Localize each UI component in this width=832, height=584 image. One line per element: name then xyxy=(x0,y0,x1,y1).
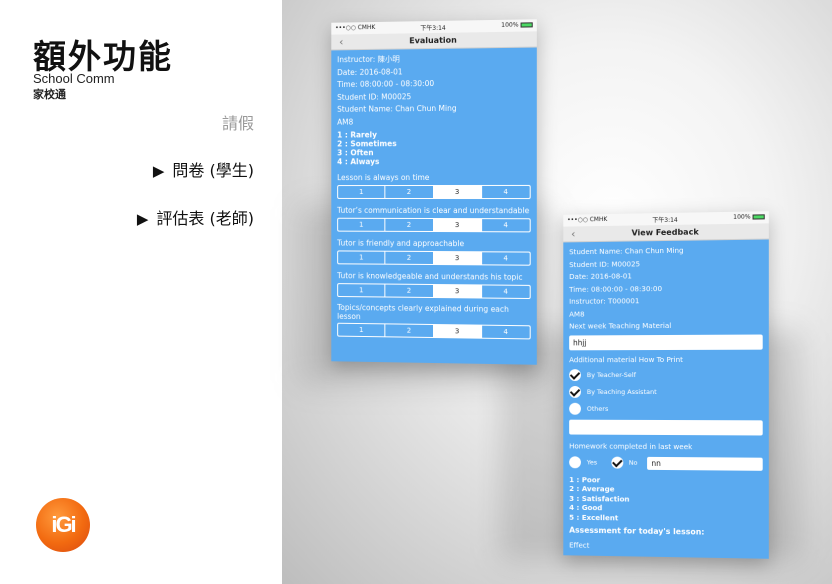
rating-option-selected[interactable]: 3 xyxy=(433,185,482,199)
rating-option-selected[interactable]: 3 xyxy=(433,252,482,265)
rating-segmented-control: 1 2 3 4 xyxy=(337,283,531,300)
feedback-form: Student Name: Chan Chun Ming Student ID:… xyxy=(563,240,769,557)
battery-label: 100% xyxy=(501,21,519,29)
nav-title: View Feedback xyxy=(631,227,699,238)
homework-yes-label: Yes xyxy=(586,458,598,467)
scale-item: 5 : Excellent xyxy=(569,512,619,522)
phone-evaluation: •••○○ CMHK 下午3:14 100% ‹ Evaluation Inst… xyxy=(331,19,537,365)
print-option-label: Others xyxy=(586,404,609,413)
rating-option[interactable]: 4 xyxy=(482,285,530,298)
menu-item-label: 請假 xyxy=(221,114,254,133)
question-text: Topics/concepts clearly explained during… xyxy=(337,302,509,322)
nav-bar: ‹ View Feedback xyxy=(563,223,769,243)
rating-option[interactable]: 1 xyxy=(338,186,386,198)
rating-option[interactable]: 1 xyxy=(338,218,386,231)
rating-option[interactable]: 2 xyxy=(385,284,434,298)
effect-label: Effect xyxy=(569,540,590,550)
rating-option[interactable]: 1 xyxy=(338,284,386,297)
print-option[interactable]: By Teacher-Self xyxy=(569,366,763,383)
menu-item-survey[interactable]: ▶ 問卷 (學生) xyxy=(153,157,254,181)
radio-yes-icon[interactable] xyxy=(569,456,581,469)
rating-option[interactable]: 2 xyxy=(385,185,434,199)
play-arrow-icon: ▶ xyxy=(136,210,149,228)
print-option-label: By Teacher-Self xyxy=(586,370,636,379)
rating-segmented-control: 1 2 3 4 xyxy=(337,217,531,233)
battery-icon xyxy=(520,22,533,28)
phone-feedback: •••○○ CMHK 下午3:14 100% ‹ View Feedback S… xyxy=(563,211,769,559)
menu-item-leave[interactable]: 請假 xyxy=(222,110,254,134)
rating-option[interactable]: 2 xyxy=(385,324,434,338)
info-class: AM8 xyxy=(569,309,585,319)
rating-segmented-control: 1 2 3 4 xyxy=(337,250,531,266)
evaluation-form: Instructor: 陳小明 Date: 2016-08-01 Time: 0… xyxy=(331,48,537,350)
print-option-label: By Teaching Assistant xyxy=(586,387,657,396)
homework-input[interactable]: nn xyxy=(647,456,763,471)
question-text: Lesson is always on time xyxy=(337,173,430,183)
battery-label: 100% xyxy=(733,213,751,221)
rating-option[interactable]: 4 xyxy=(482,326,530,339)
next-material-label: Next week Teaching Material xyxy=(569,320,672,331)
checkbox-checked-icon[interactable] xyxy=(569,385,581,398)
homework-no-label: No xyxy=(628,458,638,467)
rating-option-selected[interactable]: 3 xyxy=(433,219,482,232)
rating-option[interactable]: 2 xyxy=(385,218,434,232)
others-input[interactable] xyxy=(569,419,763,436)
homework-options: Yes No nn xyxy=(569,454,763,473)
battery-icon xyxy=(752,214,765,220)
menu-item-label: 問卷 (學生) xyxy=(172,161,254,180)
menu-item-evaluation[interactable]: ▶ 評估表 (老師) xyxy=(137,205,254,229)
scale-item: 4 : Always xyxy=(337,157,380,167)
rating-option[interactable]: 4 xyxy=(482,186,530,198)
company-logo: iGi xyxy=(36,498,90,552)
subtitle-zh: 家校通 xyxy=(33,88,66,101)
rating-option[interactable]: 2 xyxy=(385,251,434,265)
question-text: Tutor is friendly and approachable xyxy=(337,238,465,249)
rating-segmented-control: 1 2 3 4 xyxy=(337,322,531,340)
play-arrow-icon: ▶ xyxy=(152,162,165,180)
rating-option-selected[interactable]: 3 xyxy=(433,325,482,338)
nav-title: Evaluation xyxy=(409,35,457,46)
battery-indicator: 100% xyxy=(733,213,765,221)
question-text: Tutor is knowledgeable and understands h… xyxy=(337,271,523,282)
battery-indicator: 100% xyxy=(501,21,533,29)
rating-option[interactable]: 4 xyxy=(482,252,530,264)
slide-left-panel: 額外功能 School Comm 家校通 請假 ▶ 問卷 (學生) ▶ 評估表 (老… xyxy=(0,0,282,584)
rating-option[interactable]: 1 xyxy=(338,251,386,264)
print-option[interactable]: Others xyxy=(569,400,763,417)
checkbox-checked-icon[interactable] xyxy=(569,368,581,381)
radio-no-checked-icon[interactable] xyxy=(610,456,623,469)
info-class: AM8 xyxy=(337,117,354,127)
assessment-label: Assessment for today's lesson: xyxy=(569,525,705,537)
logo-text: iGi xyxy=(51,512,76,537)
next-material-input[interactable]: hhjj xyxy=(569,334,763,350)
homework-label: Homework completed in last week xyxy=(569,441,693,452)
rating-option[interactable]: 1 xyxy=(338,323,386,337)
print-option[interactable]: By Teaching Assistant xyxy=(569,383,763,400)
rating-segmented-control: 1 2 3 4 xyxy=(337,184,531,200)
menu-item-label: 評估表 (老師) xyxy=(156,209,254,228)
print-method-label: Additional material How To Print xyxy=(569,354,683,364)
question-text: Tutor’s communication is clear and under… xyxy=(337,205,530,216)
rating-option-selected[interactable]: 3 xyxy=(433,285,482,298)
nav-bar: ‹ Evaluation xyxy=(331,31,537,51)
subtitle-en: School Comm xyxy=(33,71,115,86)
checkbox-unchecked-icon[interactable] xyxy=(569,402,581,415)
rating-option[interactable]: 4 xyxy=(482,219,530,231)
